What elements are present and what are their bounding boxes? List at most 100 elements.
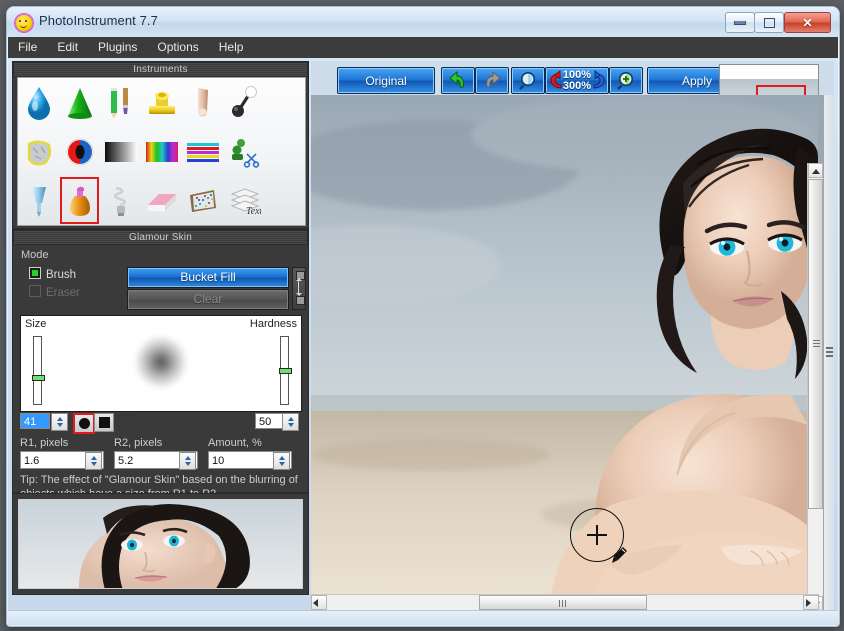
- zoom-out-button[interactable]: [511, 67, 545, 94]
- horizontal-scroll-thumb[interactable]: [479, 595, 647, 610]
- zoom-out-icon: [517, 71, 539, 91]
- redo-icon: [481, 71, 503, 91]
- r1-group: R1, pixels 1.6: [20, 437, 104, 469]
- window-title: PhotoInstrument 7.7: [39, 13, 158, 28]
- size-stepper[interactable]: [51, 413, 68, 431]
- instrument-clone-stamp-tool[interactable]: [141, 78, 182, 127]
- close-button[interactable]: ✕: [784, 12, 831, 33]
- instrument-smudge-tool[interactable]: [182, 78, 223, 127]
- hardness-slider-thumb[interactable]: [279, 368, 292, 374]
- marquee-icon[interactable]: [115, 413, 133, 430]
- smiley-icon: [15, 14, 33, 32]
- minimize-button[interactable]: [725, 12, 755, 33]
- zoom-in-button[interactable]: [609, 67, 643, 94]
- instruments-row: Text: [18, 176, 305, 225]
- square-brush-icon[interactable]: [94, 413, 114, 432]
- left-tool-column: Instruments: [12, 61, 309, 611]
- mode-eraser-radio[interactable]: Eraser: [29, 285, 80, 299]
- preview-panel: [12, 493, 309, 595]
- instrument-airbrush-tool[interactable]: [18, 176, 59, 225]
- mode-label: Mode: [21, 249, 49, 261]
- vertical-scroll-thumb[interactable]: [808, 179, 823, 509]
- instrument-color-balance-tool[interactable]: [182, 127, 223, 176]
- undo-icon: [447, 71, 469, 91]
- image-canvas[interactable]: [311, 95, 818, 595]
- size-label: Size: [25, 318, 46, 330]
- amount-label: Amount, %: [208, 437, 292, 449]
- instrument-brightness-tool[interactable]: [100, 127, 141, 176]
- bucket-fill-button[interactable]: Bucket Fill: [127, 267, 289, 288]
- scroll-up-button[interactable]: [808, 163, 823, 178]
- mode-toggle-strip[interactable]: [292, 267, 306, 310]
- menu-options[interactable]: Options: [147, 37, 208, 58]
- brush-settings-box: Size Hardness: [20, 315, 302, 412]
- mode-brush-radio[interactable]: Brush: [29, 267, 76, 281]
- round-brush-icon[interactable]: [73, 413, 95, 434]
- clear-button[interactable]: Clear: [127, 289, 289, 310]
- square-filled-icon: [296, 296, 305, 305]
- editor-toolbar: Original 100%: [311, 61, 834, 95]
- instrument-clip-scissors-tool[interactable]: [223, 127, 264, 176]
- hardness-input[interactable]: 50: [255, 413, 283, 429]
- zoom-bottom-value: 300%: [563, 81, 591, 92]
- scroll-right-button[interactable]: [803, 595, 819, 610]
- hardness-stepper[interactable]: [282, 413, 299, 431]
- application-window: PhotoInstrument 7.7 ✕ File Edit Plugins …: [6, 6, 840, 627]
- zoom-level-indicator[interactable]: 100% 300%: [545, 67, 609, 94]
- instrument-pencil-brush-tool[interactable]: [100, 78, 141, 127]
- scroll-grip-icon: [559, 600, 567, 607]
- canvas-horizontal-scrollbar[interactable]: [311, 594, 819, 611]
- panel-splitter[interactable]: [824, 95, 834, 611]
- r2-group: R2, pixels 5.2: [114, 437, 198, 469]
- instrument-glamour-skin-tool[interactable]: [59, 176, 100, 225]
- menu-edit[interactable]: Edit: [47, 37, 88, 58]
- radius-amount-row: R1, pixels 1.6 R2, pixels 5.2: [20, 437, 300, 473]
- instruments-panel-title: Instruments: [13, 62, 308, 77]
- size-input[interactable]: 41: [20, 413, 50, 429]
- menu-bar: File Edit Plugins Options Help: [8, 37, 838, 58]
- brush-controls-row: 41 50: [20, 413, 300, 431]
- r1-label: R1, pixels: [20, 437, 104, 449]
- hardness-slider[interactable]: [280, 336, 289, 405]
- instrument-red-eye-tool[interactable]: [59, 127, 100, 176]
- mode-brush-label: Brush: [46, 269, 76, 281]
- preview-image: [18, 499, 303, 589]
- redo-button[interactable]: [475, 67, 509, 94]
- instrument-text-layers-tool[interactable]: Text: [223, 176, 264, 225]
- status-bar: [8, 610, 838, 625]
- zoom-in-icon: [615, 71, 637, 91]
- instrument-eraser-tool[interactable]: [141, 176, 182, 225]
- zoom-top-value: 100%: [563, 70, 591, 81]
- original-button[interactable]: Original: [337, 67, 435, 94]
- instrument-noise-tool[interactable]: [182, 176, 223, 225]
- up-down-arrow-icon: [298, 281, 299, 293]
- r2-label: R2, pixels: [114, 437, 198, 449]
- canvas-vertical-scrollbar[interactable]: [807, 163, 823, 611]
- instruments-row: [18, 78, 305, 127]
- glamour-skin-body: Mode Brush Eraser Bucket Fill Clear: [13, 245, 308, 491]
- checkbox-unchecked-icon: [29, 285, 41, 297]
- brush-preview: [135, 336, 187, 388]
- instrument-blur-drop-tool[interactable]: [18, 78, 59, 127]
- editor-column: Original 100%: [311, 61, 834, 611]
- scroll-left-button[interactable]: [311, 595, 327, 610]
- instrument-lamp-tool[interactable]: [100, 176, 141, 225]
- size-slider[interactable]: [33, 336, 42, 405]
- instrument-patch-tool[interactable]: [18, 127, 59, 176]
- amount-stepper[interactable]: [273, 452, 290, 470]
- r2-stepper[interactable]: [179, 452, 196, 470]
- menu-plugins[interactable]: Plugins: [88, 37, 147, 58]
- undo-button[interactable]: [441, 67, 475, 94]
- instrument-liquify-tool[interactable]: [223, 78, 264, 127]
- instrument-hue-tool[interactable]: [141, 127, 182, 176]
- instrument-green-cone-tool[interactable]: [59, 78, 100, 127]
- size-slider-thumb[interactable]: [32, 375, 45, 381]
- r1-stepper[interactable]: [85, 452, 102, 470]
- canvas-area: [311, 95, 834, 611]
- splitter-grip-icon: [826, 347, 833, 359]
- restore-button[interactable]: [754, 12, 784, 33]
- menu-help[interactable]: Help: [209, 37, 254, 58]
- menu-file[interactable]: File: [8, 37, 47, 58]
- brush-tool-cursor-icon: [609, 545, 629, 565]
- amount-group: Amount, % 10: [208, 437, 292, 469]
